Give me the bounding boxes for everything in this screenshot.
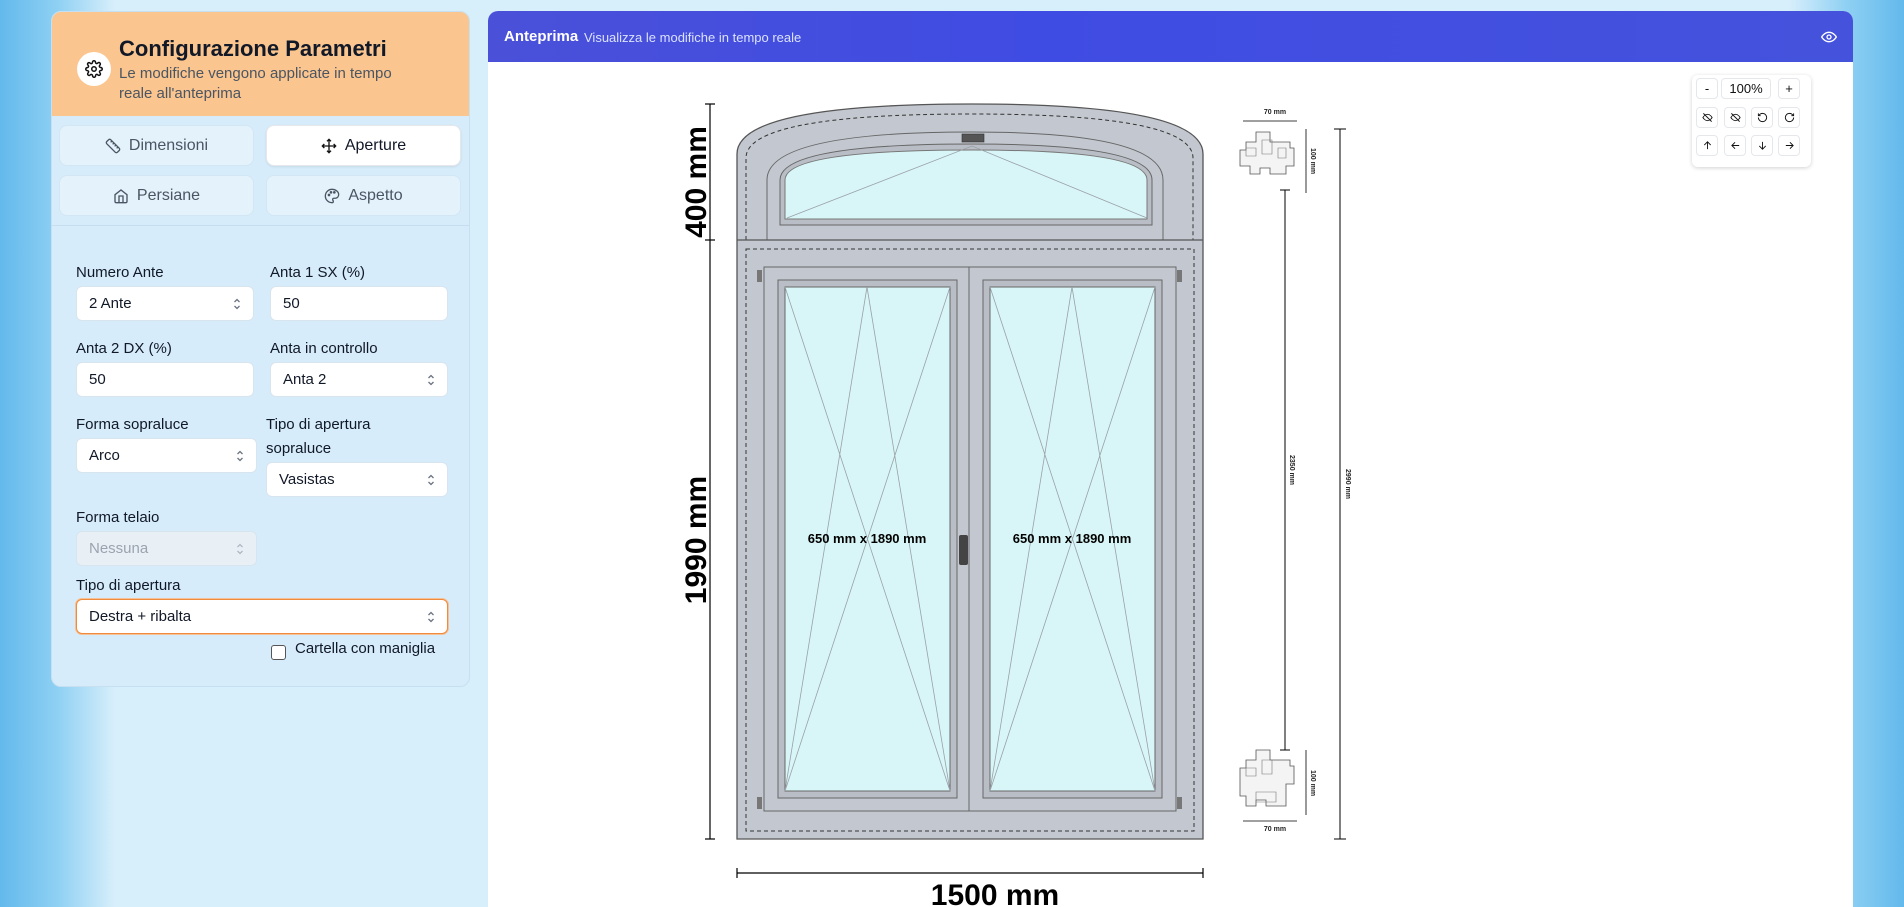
arrow-right-icon [1785, 141, 1794, 150]
profile-top-side: 100 mm [1309, 148, 1316, 174]
pan-right-button[interactable] [1778, 135, 1800, 156]
rotate-left-button[interactable] [1751, 107, 1773, 128]
eye-off-icon [1701, 113, 1713, 122]
profile-bottom-width: 70 mm [1264, 826, 1286, 833]
hinge [757, 270, 762, 282]
zoom-controls: - 100% + [1692, 75, 1811, 167]
rotate-ccw-icon [1757, 112, 1767, 123]
rotate-right-button[interactable] [1778, 107, 1800, 128]
profile-section-bottom: 100 mm 70 mm [1239, 749, 1316, 833]
zoom-in-button[interactable]: + [1778, 78, 1800, 99]
zoom-level: 100% [1721, 78, 1771, 99]
width-label: 1500 mm [931, 879, 1059, 907]
arrow-left-icon [1730, 141, 1739, 150]
section-height-label: 2350 mm [1288, 455, 1295, 485]
transom-handle [961, 133, 985, 143]
main-height-label: 1990 mm [680, 476, 713, 604]
arrow-down-icon [1758, 141, 1766, 150]
profile-top-width: 70 mm [1264, 109, 1286, 116]
window-handle [959, 535, 968, 565]
eye-off-icon [1729, 113, 1741, 122]
hinge [1177, 797, 1182, 809]
arrow-up-icon [1703, 141, 1711, 150]
pan-left-button[interactable] [1724, 135, 1746, 156]
total-height-label: 2990 mm [1344, 469, 1351, 499]
rotate-cw-icon [1784, 112, 1794, 123]
hide-layer-button[interactable] [1696, 107, 1718, 128]
window-drawing: 650 mm x 1890 mm 650 mm x 1890 mm 400 mm… [680, 103, 1351, 907]
hide-dimensions-button[interactable] [1724, 107, 1746, 128]
pan-up-button[interactable] [1696, 135, 1718, 156]
hinge [1177, 270, 1182, 282]
top-height-label: 400 mm [680, 126, 713, 238]
profile-section-top: 70 mm 100 mm [1239, 109, 1316, 193]
transom-glass [784, 149, 1148, 220]
hinge [757, 797, 762, 809]
zoom-out-button[interactable]: - [1696, 78, 1718, 99]
sash-right-dimension: 650 mm x 1890 mm [1013, 531, 1132, 546]
sash-left-dimension: 650 mm x 1890 mm [808, 531, 927, 546]
profile-bottom-side: 100 mm [1309, 770, 1316, 796]
pan-down-button[interactable] [1751, 135, 1773, 156]
